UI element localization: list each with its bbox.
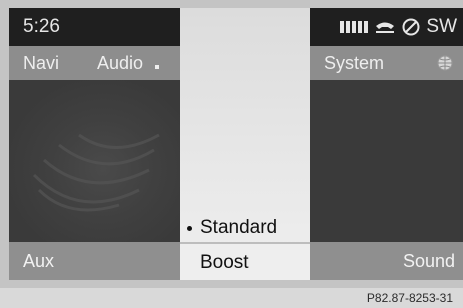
sound-menu-panel: Standard Boost — [180, 8, 310, 280]
sound-option-boost[interactable]: Boost — [180, 242, 310, 280]
sw-label: SW — [426, 16, 457, 37]
clock: 5:26 — [23, 16, 60, 37]
selected-bullet-icon — [187, 226, 192, 231]
sound-option-label: Standard — [200, 217, 278, 238]
menu-item-navi[interactable]: Navi — [23, 46, 59, 80]
sound-waves-graphic — [32, 133, 160, 212]
main-menu-left: Navi Audio — [9, 46, 180, 80]
caption-text: P82.87-8253-31 — [366, 291, 453, 305]
menu-item-system[interactable]: System — [324, 46, 384, 80]
sound-button[interactable]: Sound — [403, 242, 455, 280]
status-icons: SW — [340, 8, 457, 46]
aux-button[interactable]: Aux — [23, 242, 54, 280]
bottom-bar-left: Aux — [9, 242, 180, 280]
menu-item-audio[interactable]: Audio — [97, 46, 143, 80]
sound-option-label: Boost — [200, 252, 249, 273]
car-display-screen: 5:26 Navi Audio Aux Standard Boost SW Sy… — [0, 0, 463, 288]
no-entry-icon — [402, 18, 420, 36]
bottom-bar-right: Sound — [310, 242, 463, 280]
sound-option-standard[interactable]: Standard — [180, 214, 310, 242]
status-bar-right: SW — [310, 8, 463, 46]
figure-caption: P82.87-8253-31 — [0, 288, 463, 308]
phone-icon — [376, 22, 395, 33]
signal-strength-icon — [340, 21, 369, 33]
globe-icon[interactable] — [437, 55, 453, 71]
audio-active-marker — [155, 65, 159, 69]
audio-background-art — [9, 80, 180, 242]
status-bar-left: 5:26 — [9, 8, 180, 46]
left-panel: 5:26 Navi Audio Aux — [9, 8, 180, 280]
right-panel-body — [310, 80, 463, 242]
main-menu-right: System — [310, 46, 463, 80]
right-panel: SW System Sound — [310, 8, 463, 280]
